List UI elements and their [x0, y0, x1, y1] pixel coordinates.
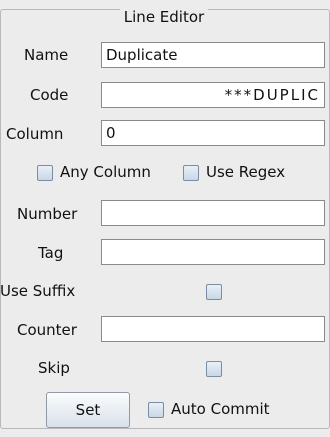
set-button[interactable]: Set — [46, 392, 130, 428]
line-editor-panel: Line Editor Name Duplicate Code ***DUPLI… — [0, 0, 330, 437]
column-input[interactable]: 0 — [101, 120, 325, 146]
auto-commit-label: Auto Commit — [171, 400, 270, 418]
any-column-checkbox[interactable] — [37, 165, 53, 181]
use-suffix-checkbox[interactable] — [206, 284, 222, 300]
tag-input[interactable] — [101, 239, 325, 265]
skip-label: Skip — [38, 359, 70, 377]
skip-checkbox[interactable] — [206, 361, 222, 377]
name-input[interactable]: Duplicate — [101, 42, 325, 68]
code-label: Code — [30, 86, 69, 104]
panel-title-text: Line Editor — [119, 8, 209, 26]
use-suffix-label: Use Suffix — [0, 282, 76, 300]
number-input[interactable] — [101, 200, 325, 226]
counter-label: Counter — [17, 321, 77, 339]
number-label: Number — [17, 205, 78, 223]
auto-commit-checkbox[interactable] — [148, 402, 164, 418]
counter-input[interactable] — [101, 316, 325, 342]
tag-label: Tag — [38, 244, 64, 262]
any-column-label: Any Column — [60, 163, 151, 181]
use-regex-label: Use Regex — [206, 163, 286, 181]
code-input[interactable]: ***DUPLIC — [101, 82, 325, 108]
use-regex-checkbox[interactable] — [183, 165, 199, 181]
panel-title: Line Editor — [0, 8, 328, 26]
name-label: Name — [24, 46, 69, 64]
column-label: Column — [6, 125, 64, 143]
